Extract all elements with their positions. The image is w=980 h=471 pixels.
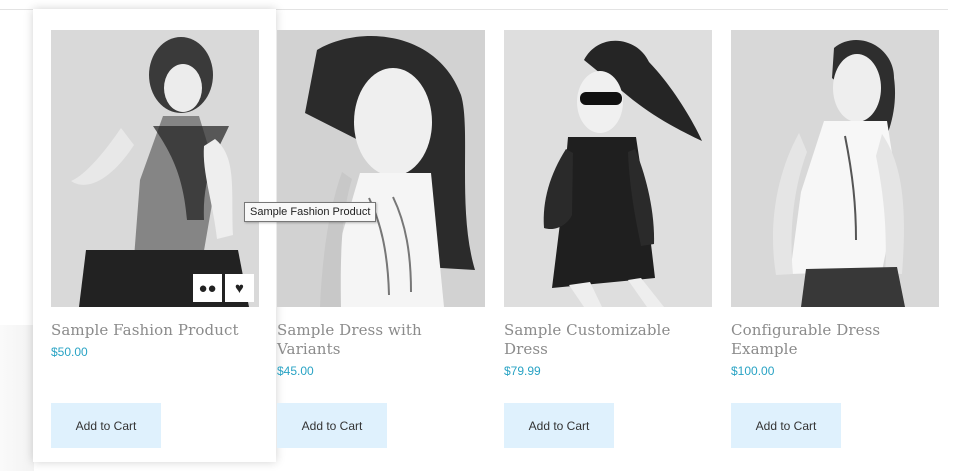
product-title[interactable]: Sample Fashion Product xyxy=(51,321,256,340)
product-price: $45.00 xyxy=(277,364,314,378)
product-title[interactable]: Sample Dress with Variants xyxy=(277,321,482,359)
add-to-cart-button[interactable]: Add to Cart xyxy=(51,403,161,448)
product-image-3[interactable] xyxy=(504,30,712,307)
product-card-1[interactable]: ●● ♥ Sample Fashion Product $50.00 Add t… xyxy=(51,30,261,448)
add-to-cart-button[interactable]: Add to Cart xyxy=(731,403,841,448)
product-price: $100.00 xyxy=(731,364,775,378)
product-title[interactable]: Sample Customizable Dress xyxy=(504,321,709,359)
product-image-1[interactable]: ●● ♥ xyxy=(51,30,259,307)
product-photo-fashion-model xyxy=(504,30,712,307)
product-price: $50.00 xyxy=(51,345,88,359)
product-title[interactable]: Configurable Dress Example xyxy=(731,321,936,359)
add-to-cart-button[interactable]: Add to Cart xyxy=(504,403,614,448)
product-price: $79.99 xyxy=(504,364,541,378)
product-card-4[interactable]: Configurable Dress Example $100.00 Add t… xyxy=(731,30,941,448)
product-quick-actions: ●● ♥ xyxy=(193,274,254,302)
heart-icon[interactable]: ♥ xyxy=(225,274,254,302)
compare-icon[interactable]: ●● xyxy=(193,274,222,302)
left-page-shade xyxy=(0,325,34,471)
product-photo-fashion-model xyxy=(51,30,259,307)
add-to-cart-button[interactable]: Add to Cart xyxy=(277,403,387,448)
product-photo-fashion-model xyxy=(277,30,485,307)
product-title-tooltip: Sample Fashion Product xyxy=(244,202,377,222)
product-grid-page: ●● ♥ Sample Fashion Product $50.00 Add t… xyxy=(0,0,980,471)
product-image-2[interactable] xyxy=(277,30,485,307)
product-card-3[interactable]: Sample Customizable Dress $79.99 Add to … xyxy=(504,30,714,448)
product-photo-fashion-model xyxy=(731,30,939,307)
product-image-4[interactable] xyxy=(731,30,939,307)
